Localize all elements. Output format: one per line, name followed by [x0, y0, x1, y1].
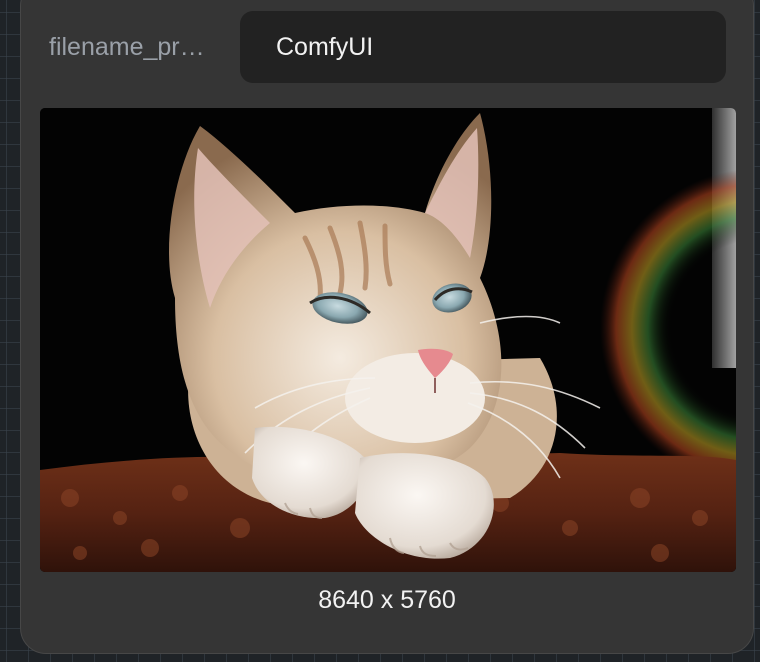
filename-prefix-input[interactable] — [240, 11, 726, 83]
save-image-node[interactable]: filename_pr… ComfyUI 8640 x 5760 — [20, 0, 754, 654]
image-preview[interactable] — [40, 108, 736, 572]
image-dimensions: 8640 x 5760 — [318, 586, 456, 614]
filename-prefix-widget[interactable]: filename_pr… — [21, 11, 753, 83]
filename-prefix-label: filename_pr… — [49, 33, 205, 61]
kitten-photo — [40, 108, 736, 572]
